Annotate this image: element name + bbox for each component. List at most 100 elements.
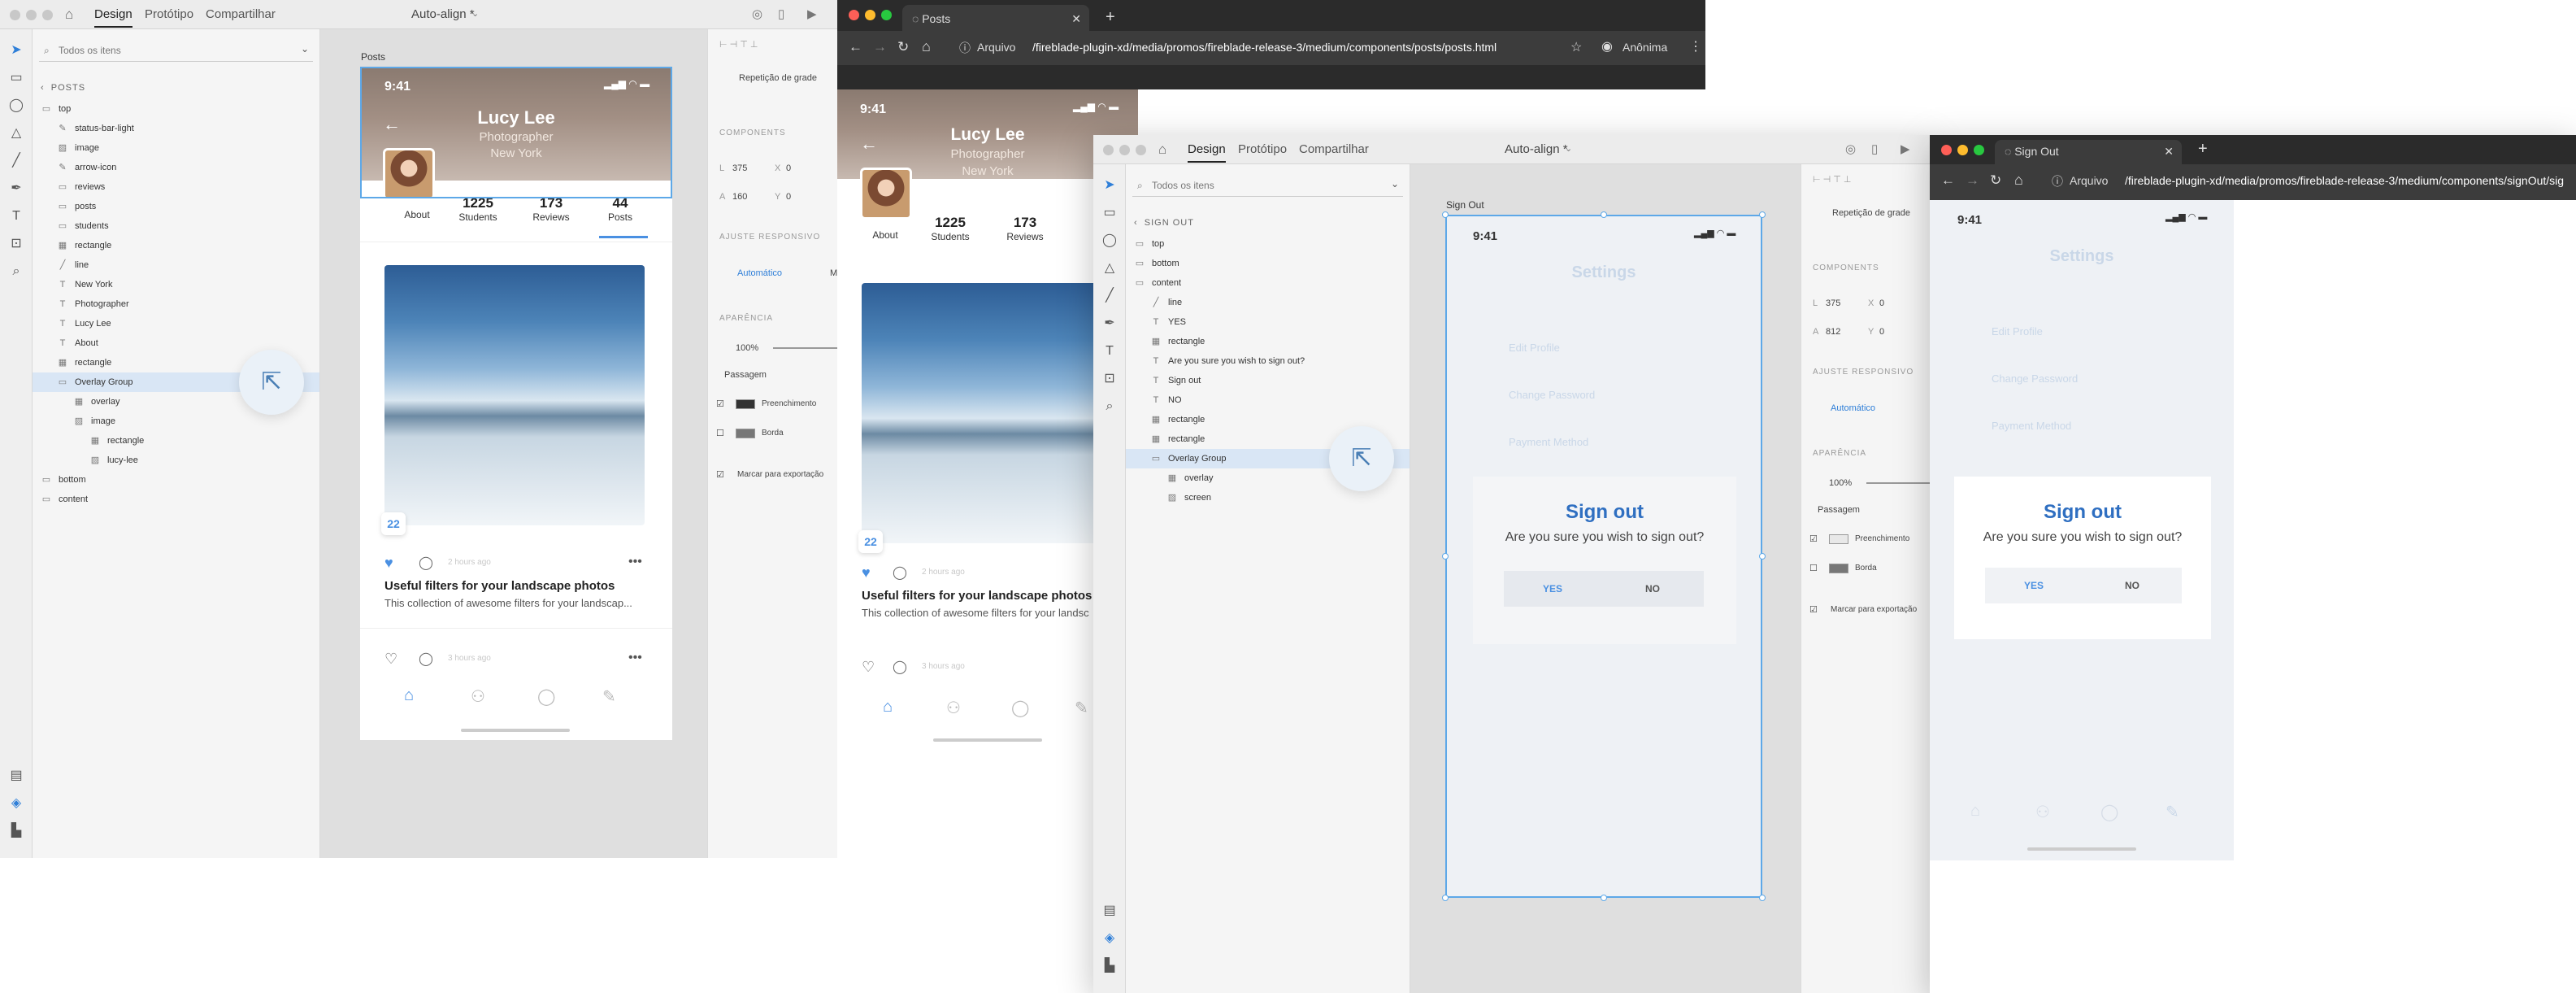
settings-nav-icon[interactable]: ✎ [602, 686, 616, 707]
resize-handle[interactable] [1601, 211, 1607, 218]
people-nav-icon[interactable]: ⚇ [471, 686, 485, 707]
home-icon[interactable]: ⌂ [2014, 172, 2023, 189]
ellipse-tool-icon[interactable]: ◯ [8, 98, 24, 114]
border-checkbox[interactable]: ☐ [1809, 563, 1818, 573]
star-icon[interactable]: ☆ [1570, 39, 1582, 55]
align-icons[interactable]: ⊢ ⊣ ⊤ ⊥ [719, 39, 758, 50]
blend-select[interactable]: Passagem [724, 370, 767, 380]
tab-share[interactable]: Compartilhar [1299, 142, 1369, 156]
forward-icon[interactable]: → [1966, 172, 1979, 189]
fill-checkbox[interactable]: ☑ [716, 399, 724, 409]
yes-button[interactable]: YES [1985, 568, 2083, 603]
artboard-label[interactable]: Posts [361, 51, 385, 63]
rectangle-tool-icon[interactable]: ▭ [1101, 205, 1118, 221]
settings-nav-icon[interactable]: ✎ [1075, 698, 1088, 718]
x-field[interactable]: 0 [786, 163, 791, 173]
y-field[interactable]: 0 [1879, 327, 1884, 337]
export-checkbox[interactable]: ☑ [716, 469, 724, 480]
x-field[interactable]: 0 [1879, 298, 1884, 308]
stat-students[interactable]: 1225 Students [450, 195, 506, 223]
layer-row[interactable]: T Are you sure you wish to sign out? [1126, 351, 1410, 371]
back-icon[interactable]: ← [849, 39, 862, 55]
zoom-window-button[interactable] [1136, 145, 1146, 155]
chat-nav-icon[interactable]: ◯ [1011, 698, 1029, 718]
stat-reviews[interactable]: 173 Reviews [523, 195, 580, 223]
resize-handle[interactable] [1442, 211, 1449, 218]
grid-repeat-button[interactable]: Repetição de grade [739, 73, 817, 83]
external-link-icon[interactable]: ⇱ [1329, 426, 1394, 491]
layer-row[interactable]: ▭ top [1126, 234, 1410, 254]
user-icon[interactable]: ◎ [752, 7, 762, 21]
assets-icon[interactable]: ▤ [1101, 903, 1118, 919]
chevron-down-icon[interactable]: ⌄ [1391, 178, 1399, 189]
tab-prototype[interactable]: Protótipo [145, 7, 193, 21]
stat-reviews[interactable]: 173 Reviews [997, 215, 1053, 242]
close-window-button[interactable] [10, 10, 20, 20]
border-swatch[interactable] [736, 429, 755, 438]
layer-row[interactable]: T YES [1126, 312, 1410, 332]
assets-icon[interactable]: ▤ [8, 768, 24, 784]
tab-design[interactable]: Design [94, 7, 132, 28]
profile-label[interactable]: Anônima [1622, 41, 1667, 54]
forward-icon[interactable]: → [873, 39, 887, 55]
back-icon[interactable]: ← [1941, 172, 1955, 189]
heart-icon[interactable]: ♥ [862, 564, 871, 581]
fill-swatch[interactable] [1829, 534, 1848, 544]
layer-row[interactable]: ▭ bottom [1126, 254, 1410, 273]
minimize-window-button[interactable] [1119, 145, 1130, 155]
artboard-label[interactable]: Sign Out [1446, 199, 1484, 211]
home-nav-icon[interactable]: ⌂ [404, 686, 414, 705]
play-icon[interactable]: ▶ [807, 7, 817, 21]
pen-tool-icon[interactable]: ✒ [1101, 316, 1118, 332]
layer-row[interactable]: T NO [1126, 390, 1410, 410]
auto-toggle[interactable]: Automático [1831, 403, 1875, 413]
user-icon[interactable]: ◎ [1845, 142, 1856, 156]
resize-handle[interactable] [1759, 895, 1766, 901]
tab-about[interactable]: About [393, 209, 441, 220]
home-icon[interactable]: ⌂ [922, 38, 931, 55]
people-nav-icon[interactable]: ⚇ [2035, 802, 2050, 822]
width-field[interactable]: 375 [1826, 298, 1840, 308]
play-icon[interactable]: ▶ [1901, 142, 1910, 156]
document-title[interactable]: Auto-align * [411, 7, 475, 21]
opacity-slider[interactable] [773, 347, 838, 349]
tab-design[interactable]: Design [1188, 142, 1226, 163]
layers-icon[interactable]: ◈ [1101, 930, 1118, 947]
chevron-down-icon[interactable]: ⌄ [471, 8, 479, 19]
select-tool-icon[interactable]: ➤ [1101, 177, 1118, 194]
layer-row[interactable]: T Sign out [1126, 371, 1410, 390]
zoom-window-button[interactable] [42, 10, 53, 20]
mobile-preview-icon[interactable]: ▯ [778, 7, 784, 21]
fill-checkbox[interactable]: ☑ [1809, 534, 1818, 544]
manual-toggle[interactable]: M [830, 268, 837, 278]
layer-row[interactable]: ╱ line [1126, 293, 1410, 312]
blend-select[interactable]: Passagem [1818, 505, 1860, 515]
layer-row[interactable]: ▭ bottom [33, 470, 319, 490]
tab-prototype[interactable]: Protótipo [1238, 142, 1287, 156]
url-scheme[interactable]: Arquivo [977, 41, 1015, 54]
search-input[interactable]: Todos os itens [1132, 174, 1403, 197]
line-tool-icon[interactable]: ╱ [8, 153, 24, 169]
text-tool-icon[interactable]: T [8, 208, 24, 224]
post-title[interactable]: Useful filters for your landscape photos [862, 589, 1092, 603]
layer-row[interactable]: ▭ reviews [33, 177, 319, 197]
grid-repeat-button[interactable]: Repetição de grade [1832, 208, 1910, 218]
close-tab-icon[interactable]: ✕ [2164, 140, 2174, 163]
layer-row[interactable]: ▨ image [33, 138, 319, 158]
url-scheme[interactable]: Arquivo [2070, 174, 2108, 187]
stat-posts[interactable]: 44 Posts [597, 195, 643, 223]
layer-row[interactable]: ▨ lucy-lee [33, 451, 319, 470]
post-image[interactable] [384, 265, 645, 525]
layer-row[interactable]: ✎ arrow-icon [33, 158, 319, 177]
address-bar-input[interactable]: /fireblade-plugin-xd/media/promos/firebl… [2125, 174, 2564, 187]
layer-row[interactable]: T Lucy Lee [33, 314, 319, 333]
comment-icon[interactable]: ◯ [893, 564, 907, 581]
minimize-window-button[interactable] [865, 10, 875, 20]
post-image[interactable] [862, 283, 1122, 543]
mobile-preview-icon[interactable]: ▯ [1871, 142, 1878, 156]
width-field[interactable]: 375 [732, 163, 747, 173]
more-icon[interactable]: ••• [628, 555, 642, 569]
plugins-icon[interactable]: ▙ [1101, 958, 1118, 974]
polygon-tool-icon[interactable]: △ [8, 125, 24, 142]
comment-icon[interactable]: ◯ [419, 555, 433, 571]
